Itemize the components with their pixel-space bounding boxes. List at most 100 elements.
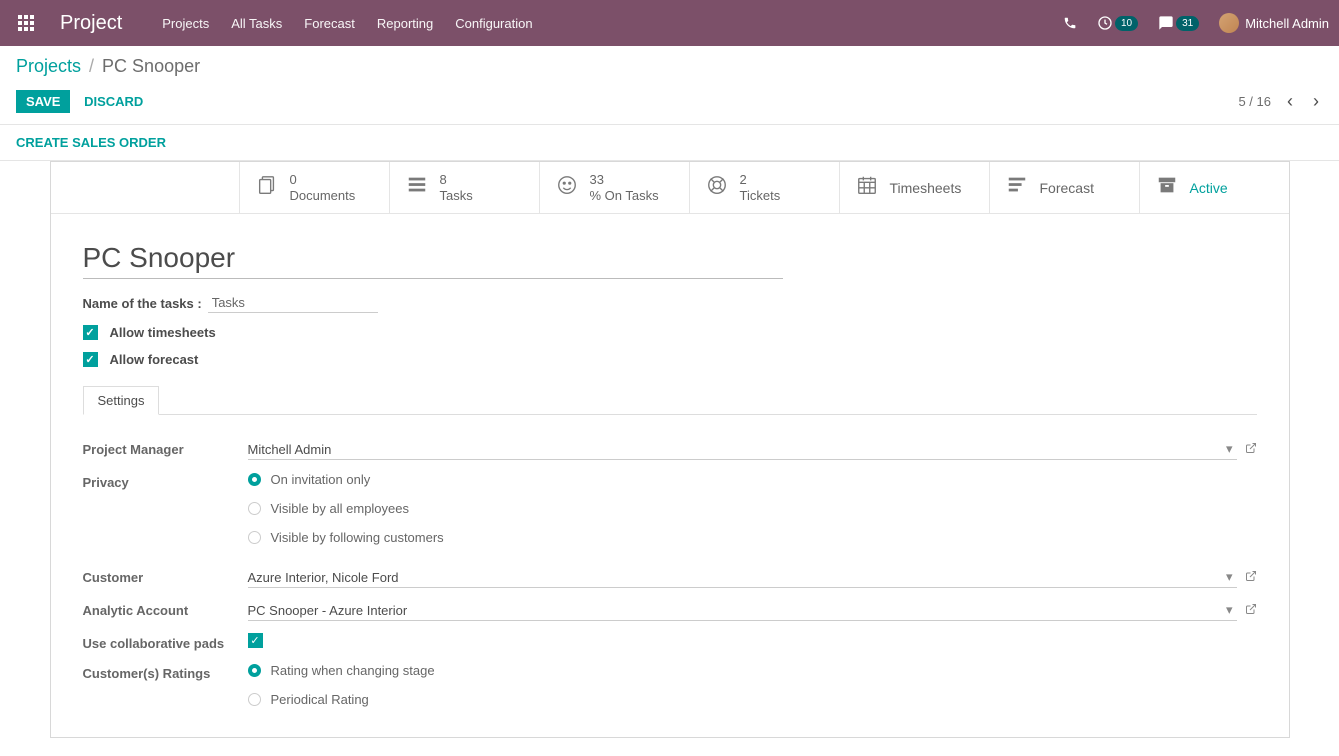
action-bar: CREATE SALES ORDER bbox=[0, 124, 1339, 161]
stat-tasks[interactable]: 8 Tasks bbox=[389, 162, 539, 213]
life-ring-icon bbox=[704, 174, 730, 202]
allow-timesheets-row: ✓ Allow timesheets bbox=[83, 325, 1257, 340]
pager: 5 / 16 ‹ › bbox=[1238, 87, 1323, 116]
radio-on-icon bbox=[248, 473, 261, 486]
discuss-badge: 31 bbox=[1176, 16, 1199, 31]
nav-all-tasks[interactable]: All Tasks bbox=[231, 16, 282, 31]
activity-icon[interactable]: 10 bbox=[1097, 15, 1138, 31]
tasks-name-input[interactable] bbox=[208, 293, 378, 313]
stat-active[interactable]: Active bbox=[1139, 162, 1289, 213]
allow-forecast-checkbox[interactable]: ✓ bbox=[83, 352, 98, 367]
smile-icon bbox=[554, 174, 580, 202]
pm-label: Project Manager bbox=[83, 439, 248, 457]
customer-value: Azure Interior, Nicole Ford bbox=[248, 570, 1222, 585]
allow-timesheets-checkbox[interactable]: ✓ bbox=[83, 325, 98, 340]
stat-documents-label: Documents bbox=[290, 188, 356, 204]
stat-timesheets-label: Timesheets bbox=[890, 180, 962, 196]
phone-icon[interactable] bbox=[1063, 16, 1077, 30]
pads-checkbox[interactable]: ✓ bbox=[248, 633, 263, 648]
stat-on-tasks-label: % On Tasks bbox=[590, 188, 659, 204]
calendar-icon bbox=[854, 174, 880, 202]
analytic-value: PC Snooper - Azure Interior bbox=[248, 603, 1222, 618]
breadcrumb-projects[interactable]: Projects bbox=[16, 56, 81, 77]
pads-label: Use collaborative pads bbox=[83, 633, 248, 651]
stat-tasks-label: Tasks bbox=[440, 188, 473, 204]
analytic-label: Analytic Account bbox=[83, 600, 248, 618]
stat-timesheets[interactable]: Timesheets bbox=[839, 162, 989, 213]
allow-forecast-row: ✓ Allow forecast bbox=[83, 352, 1257, 367]
save-button[interactable]: SAVE bbox=[16, 90, 70, 113]
nav-forecast[interactable]: Forecast bbox=[304, 16, 355, 31]
privacy-opt-2: Visible by following customers bbox=[271, 530, 444, 545]
ratings-label: Customer(s) Ratings bbox=[83, 663, 248, 681]
stat-on-tasks[interactable]: 33 % On Tasks bbox=[539, 162, 689, 213]
discard-button[interactable]: DISCARD bbox=[74, 90, 153, 113]
user-name: Mitchell Admin bbox=[1245, 16, 1329, 31]
stat-documents[interactable]: 0 Documents bbox=[239, 162, 389, 213]
header-right: 10 31 Mitchell Admin bbox=[1063, 13, 1329, 33]
dropdown-icon[interactable]: ▾ bbox=[1226, 441, 1233, 457]
stat-tickets[interactable]: 2 Tickets bbox=[689, 162, 839, 213]
stat-forecast-label: Forecast bbox=[1040, 180, 1094, 196]
tasks-name-row: Name of the tasks : bbox=[83, 293, 1257, 313]
create-sales-order-button[interactable]: CREATE SALES ORDER bbox=[16, 135, 166, 150]
privacy-option-employees[interactable]: Visible by all employees bbox=[248, 501, 444, 516]
stat-on-tasks-value: 33 bbox=[590, 172, 659, 188]
stat-forecast[interactable]: Forecast bbox=[989, 162, 1139, 213]
nav-projects[interactable]: Projects bbox=[162, 16, 209, 31]
field-analytic-account: Analytic Account PC Snooper - Azure Inte… bbox=[83, 594, 1257, 627]
privacy-option-invitation[interactable]: On invitation only bbox=[248, 472, 444, 487]
nav-configuration[interactable]: Configuration bbox=[455, 16, 532, 31]
apps-menu-icon[interactable] bbox=[10, 7, 42, 39]
tasks-name-label: Name of the tasks : bbox=[83, 296, 202, 311]
archive-icon bbox=[1154, 174, 1180, 202]
external-link-icon[interactable] bbox=[1245, 570, 1257, 585]
dropdown-icon[interactable]: ▾ bbox=[1226, 602, 1233, 618]
pager-next-icon[interactable]: › bbox=[1309, 87, 1323, 116]
ratings-opt-1: Periodical Rating bbox=[271, 692, 369, 707]
app-header: Project Projects All Tasks Forecast Repo… bbox=[0, 0, 1339, 46]
radio-on-icon bbox=[248, 664, 261, 677]
project-name-input[interactable] bbox=[83, 238, 783, 279]
tasks-icon bbox=[404, 174, 430, 202]
field-customer-ratings: Customer(s) Ratings Rating when changing… bbox=[83, 657, 1257, 713]
external-link-icon[interactable] bbox=[1245, 603, 1257, 618]
nav-reporting[interactable]: Reporting bbox=[377, 16, 433, 31]
nav-menu: Projects All Tasks Forecast Reporting Co… bbox=[162, 16, 1063, 31]
tab-settings[interactable]: Settings bbox=[83, 386, 160, 415]
control-panel: Projects / PC Snooper SAVE DISCARD 5 / 1… bbox=[0, 46, 1339, 124]
customer-input[interactable]: Azure Interior, Nicole Ford ▾ bbox=[248, 567, 1237, 588]
radio-off-icon bbox=[248, 502, 261, 515]
privacy-label: Privacy bbox=[83, 472, 248, 490]
documents-icon bbox=[254, 174, 280, 202]
field-customer: Customer Azure Interior, Nicole Ford ▾ bbox=[83, 561, 1257, 594]
user-menu[interactable]: Mitchell Admin bbox=[1219, 13, 1329, 33]
breadcrumb-current: PC Snooper bbox=[102, 56, 200, 77]
analytic-input[interactable]: PC Snooper - Azure Interior ▾ bbox=[248, 600, 1237, 621]
field-privacy: Privacy On invitation only Visible by al… bbox=[83, 466, 1257, 551]
stat-tickets-value: 2 bbox=[740, 172, 781, 188]
allow-timesheets-label: Allow timesheets bbox=[110, 325, 216, 340]
breadcrumb: Projects / PC Snooper bbox=[16, 56, 1323, 77]
privacy-opt-1: Visible by all employees bbox=[271, 501, 410, 516]
ratings-option-stage[interactable]: Rating when changing stage bbox=[248, 663, 435, 678]
avatar bbox=[1219, 13, 1239, 33]
external-link-icon[interactable] bbox=[1245, 442, 1257, 457]
sheet-body: Name of the tasks : ✓ Allow timesheets ✓… bbox=[51, 214, 1289, 737]
discuss-icon[interactable]: 31 bbox=[1158, 15, 1199, 31]
pm-input[interactable]: Mitchell Admin ▾ bbox=[248, 439, 1237, 460]
pager-text: 5 / 16 bbox=[1238, 94, 1271, 109]
stat-tasks-value: 8 bbox=[440, 172, 473, 188]
pager-prev-icon[interactable]: ‹ bbox=[1283, 87, 1297, 116]
radio-off-icon bbox=[248, 693, 261, 706]
tabs: Settings bbox=[83, 385, 1257, 415]
ratings-opt-0: Rating when changing stage bbox=[271, 663, 435, 678]
dropdown-icon[interactable]: ▾ bbox=[1226, 569, 1233, 585]
stat-buttons: 0 Documents 8 Tasks 33 % On Tasks bbox=[51, 162, 1289, 214]
privacy-option-customers[interactable]: Visible by following customers bbox=[248, 530, 444, 545]
breadcrumb-sep: / bbox=[89, 56, 94, 77]
app-brand[interactable]: Project bbox=[60, 12, 122, 35]
customer-label: Customer bbox=[83, 567, 248, 585]
pm-value: Mitchell Admin bbox=[248, 442, 1222, 457]
ratings-option-periodical[interactable]: Periodical Rating bbox=[248, 692, 435, 707]
